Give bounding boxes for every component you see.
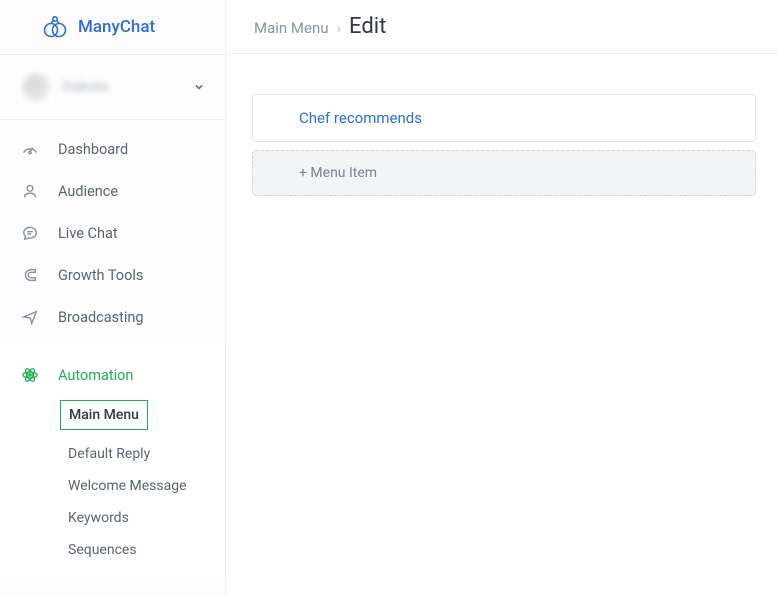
- nav-audience[interactable]: Audience: [0, 170, 225, 212]
- subnav-default-reply[interactable]: Default Reply: [60, 438, 225, 470]
- manychat-logo-icon: [42, 14, 68, 40]
- nav-label: Automation: [58, 367, 133, 384]
- magnet-icon: [20, 266, 40, 284]
- subnav-sequences[interactable]: Sequences: [60, 534, 225, 566]
- nav-label: Live Chat: [58, 225, 118, 242]
- nav-broadcasting[interactable]: Broadcasting: [0, 296, 225, 338]
- menu-item-card[interactable]: Chef recommends: [252, 94, 756, 142]
- nav-label: Dashboard: [58, 141, 128, 158]
- chat-icon: [20, 224, 40, 242]
- primary-nav: Dashboard Audience Liv: [0, 120, 225, 576]
- page-title: Edit: [349, 14, 386, 39]
- brand-name: ManyChat: [78, 17, 155, 37]
- nav-automation-group: Automation Main Menu Default Reply Welco…: [0, 344, 225, 576]
- topbar: Main Menu › Edit: [226, 0, 778, 54]
- avatar: [22, 73, 50, 101]
- chevron-right-icon: ›: [337, 19, 342, 37]
- nav-live-chat[interactable]: Live Chat: [0, 212, 225, 254]
- account-name: Oakots: [62, 79, 181, 95]
- send-icon: [20, 308, 40, 326]
- nav-label: Broadcasting: [58, 309, 144, 326]
- subnav-main-menu[interactable]: Main Menu: [60, 400, 148, 430]
- person-icon: [20, 182, 40, 200]
- content: Chef recommends + Menu Item: [226, 54, 778, 196]
- nav-label: Audience: [58, 183, 118, 200]
- subnav-keywords[interactable]: Keywords: [60, 502, 225, 534]
- breadcrumb-parent[interactable]: Main Menu: [254, 19, 329, 37]
- add-menu-item-label: + Menu Item: [299, 165, 377, 181]
- nav-dashboard[interactable]: Dashboard: [0, 128, 225, 170]
- gauge-icon: [20, 140, 40, 158]
- automation-subnav: Main Menu Default Reply Welcome Message …: [0, 396, 225, 566]
- brand-area[interactable]: ManyChat: [0, 0, 225, 54]
- menu-item-label: Chef recommends: [299, 109, 422, 127]
- nav-label: Growth Tools: [58, 267, 143, 284]
- atom-icon: [20, 366, 40, 384]
- account-switcher[interactable]: Oakots: [0, 55, 225, 119]
- add-menu-item-button[interactable]: + Menu Item: [252, 150, 756, 196]
- subnav-welcome-message[interactable]: Welcome Message: [60, 470, 225, 502]
- chevron-down-icon: [193, 81, 205, 93]
- nav-automation[interactable]: Automation: [0, 354, 225, 396]
- nav-growth-tools[interactable]: Growth Tools: [0, 254, 225, 296]
- sidebar: ManyChat Oakots: [0, 0, 226, 596]
- main-area: Main Menu › Edit Chef recommends + Menu …: [226, 0, 778, 596]
